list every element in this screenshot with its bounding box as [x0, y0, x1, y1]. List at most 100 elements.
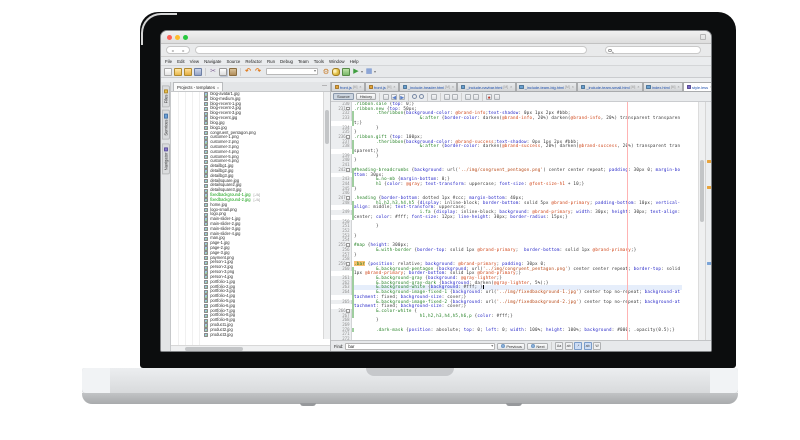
find-icon[interactable]	[412, 94, 417, 99]
editor-tab-style-less[interactable]: style.less×	[683, 82, 711, 91]
editor-tab-front-js[interactable]: front.js[M]×	[365, 82, 399, 91]
rail-tab-services[interactable]: Services	[162, 110, 170, 140]
source-view-button[interactable]: Source	[333, 93, 354, 100]
history-view-button[interactable]: History	[356, 93, 376, 100]
menu-item-refactor[interactable]: Refactor	[245, 57, 262, 66]
redo-icon[interactable]: ↷	[254, 68, 262, 76]
close-tab-icon[interactable]: ×	[677, 85, 679, 89]
build-icon[interactable]: ⚙	[322, 68, 330, 76]
rail-tab-navigator[interactable]: Navigator	[162, 143, 170, 174]
close-tab-icon[interactable]: ×	[393, 85, 395, 89]
search-input[interactable]	[605, 46, 701, 54]
comment-icon[interactable]	[444, 94, 450, 100]
js-file-icon	[369, 85, 374, 90]
editor-tab--include-team-small-html[interactable]: _include-team-small.html[M]×	[577, 82, 643, 91]
close-tab-icon[interactable]: ×	[452, 85, 454, 89]
image-file-icon	[204, 203, 208, 207]
close-tab-icon[interactable]: ×	[572, 85, 574, 89]
forward-icon[interactable]: ▶	[399, 94, 405, 100]
menu-item-team[interactable]: Team	[298, 57, 309, 66]
minimize-panel-icon[interactable]: —	[322, 84, 327, 89]
menu-item-edit[interactable]: Edit	[177, 57, 185, 66]
menu-item-window[interactable]: Window	[329, 57, 345, 66]
undo-icon[interactable]: ↶	[244, 68, 252, 76]
menu-item-debug[interactable]: Debug	[280, 57, 293, 66]
find-option-toggle[interactable]: ab	[584, 342, 592, 350]
editor-tab--include-team-big-html[interactable]: _include-team-big.html[M]×	[516, 82, 578, 91]
close-tab-icon[interactable]: ×	[359, 85, 361, 89]
key-icon[interactable]	[332, 68, 340, 76]
comment-icon[interactable]	[452, 94, 458, 100]
code-fold-icon[interactable]: −	[346, 168, 349, 171]
close-icon[interactable]: x	[217, 85, 219, 90]
window-titlebar[interactable]	[161, 31, 711, 44]
editor-tab-front-js[interactable]: front.js[M]×	[331, 82, 365, 91]
zoom-window-button[interactable]	[183, 35, 188, 40]
scrollbar-thumb[interactable]	[185, 347, 243, 351]
resize-icon[interactable]	[700, 34, 706, 40]
menu-item-file[interactable]: File	[165, 57, 172, 66]
menu-item-navigate[interactable]: Navigate	[204, 57, 221, 66]
line-number: 242−	[331, 168, 352, 173]
dropdown-caret-icon[interactable]: ▾	[374, 69, 376, 74]
macro-start-icon[interactable]: ●	[486, 94, 492, 100]
code-text: &:after {border-color: darken(@brand-suc…	[354, 144, 682, 153]
find-input[interactable]: bar	[345, 343, 495, 350]
tree-horizontal-scrollbar[interactable]	[171, 345, 330, 351]
close-window-button[interactable]	[167, 35, 172, 40]
close-tab-icon[interactable]: ×	[710, 85, 711, 89]
cut-icon[interactable]: ✂	[209, 68, 217, 76]
find-option-toggle[interactable]: W	[593, 342, 601, 350]
back-icon[interactable]: ◀	[391, 94, 397, 100]
deploy-icon[interactable]	[342, 68, 350, 76]
profile-icon[interactable]: ▦	[365, 68, 373, 76]
warning-mark[interactable]	[707, 186, 711, 189]
editor-tab--include-header-html[interactable]: _include-header.html[M]×	[399, 82, 457, 91]
save-all-icon[interactable]	[194, 68, 202, 76]
find-option-toggle[interactable]: Aa	[555, 342, 563, 350]
menu-item-tools[interactable]: Tools	[314, 57, 324, 66]
new-file-icon[interactable]	[164, 68, 172, 76]
run-icon[interactable]: ▶	[352, 68, 360, 76]
back-forward-buttons[interactable]: ◂▸	[166, 46, 190, 54]
editor-vertical-scrollbar[interactable]	[698, 102, 705, 340]
config-combo[interactable]	[266, 68, 318, 75]
dropdown-caret-icon[interactable]: ▾	[361, 69, 363, 74]
find-option-toggle[interactable]: ab	[565, 342, 573, 350]
find-icon[interactable]	[419, 94, 424, 99]
rail-tab-files[interactable]: Files	[162, 85, 170, 107]
indent-icon[interactable]	[465, 94, 471, 100]
forward-icon[interactable]: ▸	[182, 48, 184, 53]
find-previous-button[interactable]: Previous	[497, 343, 525, 350]
tree-file[interactable]: product3.jpg	[171, 333, 330, 338]
tree-vertical-scrollbar[interactable]	[323, 92, 330, 339]
highlight-icon[interactable]	[431, 94, 437, 100]
minimize-window-button[interactable]	[175, 35, 180, 40]
close-tab-icon[interactable]: ×	[637, 85, 639, 89]
projects-tab[interactable]: Projects - templates x	[173, 82, 223, 91]
open-project-icon[interactable]	[184, 68, 192, 76]
warning-mark[interactable]	[707, 160, 711, 163]
indent-icon[interactable]	[473, 94, 479, 100]
last-edit-icon[interactable]	[383, 94, 389, 100]
menu-item-help[interactable]: Help	[350, 57, 359, 66]
scrollbar-thumb[interactable]	[325, 110, 329, 144]
menu-item-run[interactable]: Run	[267, 57, 275, 66]
error-stripe[interactable]	[705, 102, 711, 340]
menu-item-view[interactable]: View	[190, 57, 199, 66]
editor-tab--include-navbar-html[interactable]: _include-navbar.html[M]×	[457, 82, 515, 91]
url-input[interactable]	[195, 46, 587, 54]
tab-label: _include-team-big.html	[525, 85, 564, 90]
macro-stop-icon[interactable]	[494, 94, 500, 100]
close-tab-icon[interactable]: ×	[510, 85, 512, 89]
find-next-button[interactable]: Next	[527, 343, 548, 350]
menu-item-source[interactable]: Source	[226, 57, 240, 66]
copy-icon[interactable]	[219, 68, 227, 76]
find-option-toggle[interactable]: .*	[574, 342, 582, 350]
code-editor[interactable]: 230.ribbon.sale {top: 0;}231−.ribbon.new…	[331, 102, 711, 340]
editor-tab-index-html[interactable]: index.html[M]×	[643, 82, 683, 91]
new-project-icon[interactable]	[174, 68, 182, 76]
back-icon[interactable]: ◂	[171, 48, 173, 53]
scrollbar-thumb[interactable]	[700, 160, 704, 222]
paste-icon[interactable]	[229, 68, 237, 76]
